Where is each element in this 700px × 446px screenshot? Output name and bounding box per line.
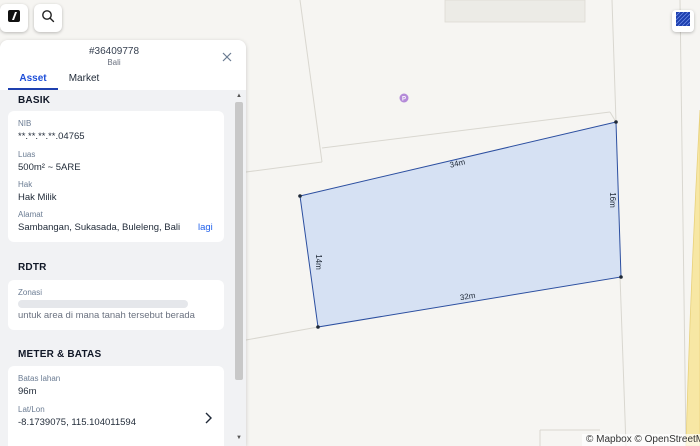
chevron-right-icon xyxy=(204,411,212,429)
parcel-vertex[interactable] xyxy=(614,120,618,124)
layer-button[interactable] xyxy=(672,10,694,32)
alamat-value: Sambangan, Sukasada, Buleleng, Bali xyxy=(18,222,181,233)
section-title-basik: BASIK xyxy=(18,95,51,106)
hak-value: Hak Milik xyxy=(18,192,57,203)
nib-value: **.**.**.**.04765 xyxy=(18,131,85,142)
batas-label: Batas lahan xyxy=(18,374,61,383)
dimension-right: 16m xyxy=(608,192,617,208)
zonasi-placeholder xyxy=(18,300,188,308)
hak-label: Hak xyxy=(18,180,33,189)
luas-value: 500m² ~ 5ARE xyxy=(18,162,81,173)
panel-scrollbar[interactable]: ▲ ▼ xyxy=(234,92,244,446)
parcel-id: #36409778 xyxy=(88,46,140,57)
search-button[interactable] xyxy=(34,4,62,32)
tab-asset[interactable]: Asset xyxy=(8,73,58,90)
parcel-region: Bali xyxy=(107,58,121,67)
latlon-row[interactable]: Lat/Lon -8.1739075, 115.104011594 xyxy=(8,402,224,432)
batas-value: 96m xyxy=(18,386,37,397)
parking-pin-icon[interactable]: P xyxy=(399,93,409,103)
more-link[interactable]: lagi xyxy=(198,222,213,233)
dimension-left: 14m xyxy=(314,254,323,270)
section-title-rdtr: RDTR xyxy=(18,262,47,273)
svg-text:P: P xyxy=(402,97,406,103)
rdtr-card: Zonasi untuk area di mana tanah tersebut… xyxy=(8,280,224,330)
search-icon xyxy=(41,9,55,28)
logo-button[interactable] xyxy=(0,4,28,32)
latlon-label: Lat/Lon xyxy=(18,405,45,414)
map-attribution[interactable]: © Mapbox © OpenStreetMap xyxy=(582,434,700,446)
layer-icon xyxy=(675,11,691,31)
luas-label: Luas xyxy=(18,150,36,159)
scroll-thumb[interactable] xyxy=(235,102,243,380)
parcel-info-panel: #36409778 Bali Asset Market BASIK NIB **… xyxy=(0,40,246,446)
alamat-label: Alamat xyxy=(18,210,43,219)
scroll-up-icon[interactable]: ▲ xyxy=(234,92,244,100)
latlon-value: -8.1739075, 115.104011594 xyxy=(18,417,136,428)
close-button[interactable] xyxy=(220,51,234,65)
parcel-vertex[interactable] xyxy=(619,275,623,279)
close-icon xyxy=(222,49,232,67)
basik-card: NIB **.**.**.**.04765 Luas 500m² ~ 5ARE … xyxy=(8,111,224,242)
parcel-vertex[interactable] xyxy=(316,325,320,329)
zonasi-label: Zonasi xyxy=(18,288,43,297)
panel-content[interactable]: BASIK NIB **.**.**.**.04765 Luas 500m² ~… xyxy=(0,90,246,446)
panel-header: #36409778 Bali Asset Market xyxy=(0,40,246,90)
scroll-down-icon[interactable]: ▼ xyxy=(234,434,244,442)
brand-logo-icon xyxy=(7,9,21,28)
meter-card: Batas lahan 96m Lat/Lon -8.1739075, 115.… xyxy=(8,366,224,446)
section-title-meter: METER & BATAS xyxy=(18,349,102,360)
zonasi-hint: untuk area di mana tanah tersebut berada xyxy=(18,310,195,321)
nib-label: NIB xyxy=(18,119,32,128)
tab-market[interactable]: Market xyxy=(64,73,104,90)
parcel-vertex[interactable] xyxy=(298,194,302,198)
